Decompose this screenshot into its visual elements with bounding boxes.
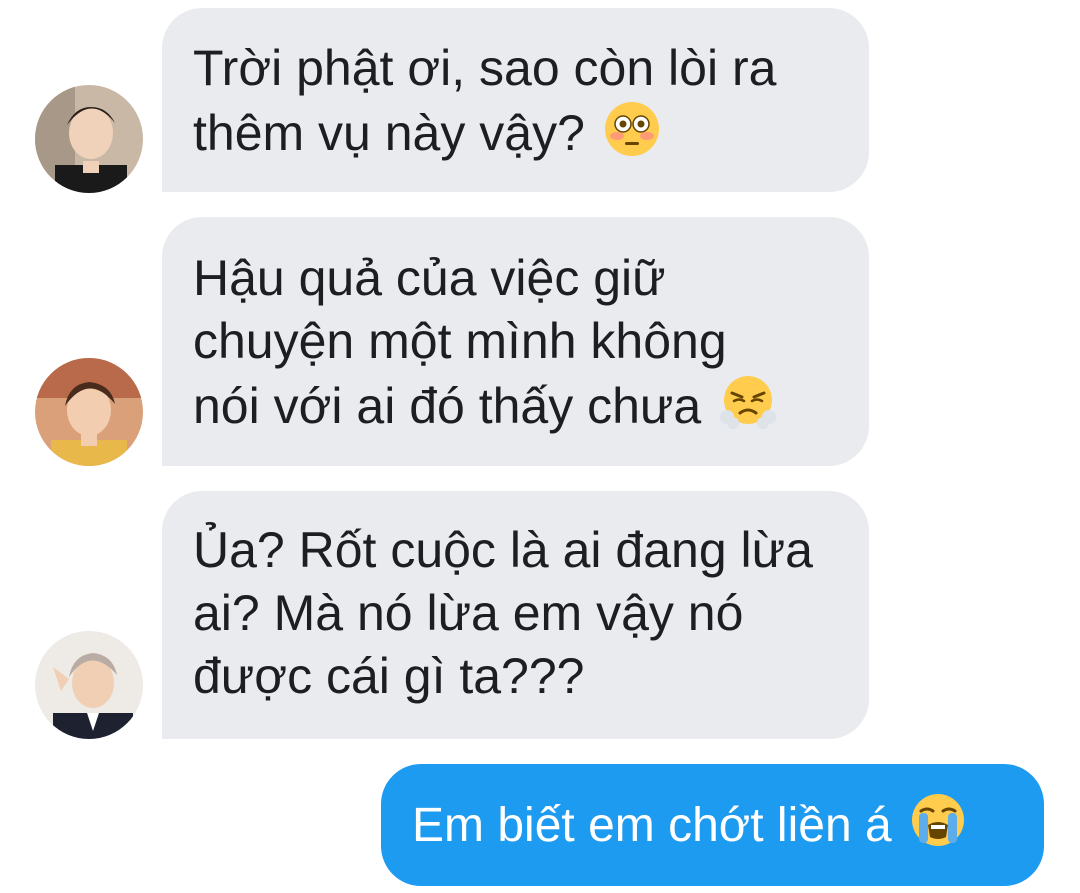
- message-line: Ủa? Rốt cuộc là ai đang lừa: [193, 522, 813, 578]
- message-line: được cái gì ta???: [193, 648, 585, 704]
- avatar-sender-3[interactable]: [35, 631, 143, 739]
- avatar-sender-2[interactable]: [35, 358, 143, 466]
- avatar-sender-1[interactable]: [35, 85, 143, 193]
- flushed-face-icon: [603, 100, 661, 158]
- message-line: nói với ai đó thấy chưa: [193, 373, 849, 438]
- message-line: Em biết em chớt liền á: [412, 791, 1024, 858]
- message-line: ai? Mà nó lừa em vậy nó: [193, 585, 744, 641]
- message-bubble[interactable]: Ủa? Rốt cuộc là ai đang lừa ai? Mà nó lừ…: [162, 491, 869, 739]
- outgoing-message-bubble[interactable]: Em biết em chớt liền á: [381, 764, 1044, 886]
- message-line: thêm vụ này vậy?: [193, 100, 849, 165]
- message-line: Trời phật ơi, sao còn lòi ra: [193, 40, 777, 96]
- message-bubble[interactable]: Hậu quả của việc giữ chuyện một mình khô…: [162, 217, 869, 466]
- face-with-steam-icon: [719, 373, 777, 431]
- message-line: Hậu quả của việc giữ: [193, 250, 666, 306]
- message-line: chuyện một mình không: [193, 313, 727, 369]
- loudly-crying-face-icon: [909, 791, 967, 849]
- message-bubble[interactable]: Trời phật ơi, sao còn lòi ra thêm vụ này…: [162, 8, 869, 192]
